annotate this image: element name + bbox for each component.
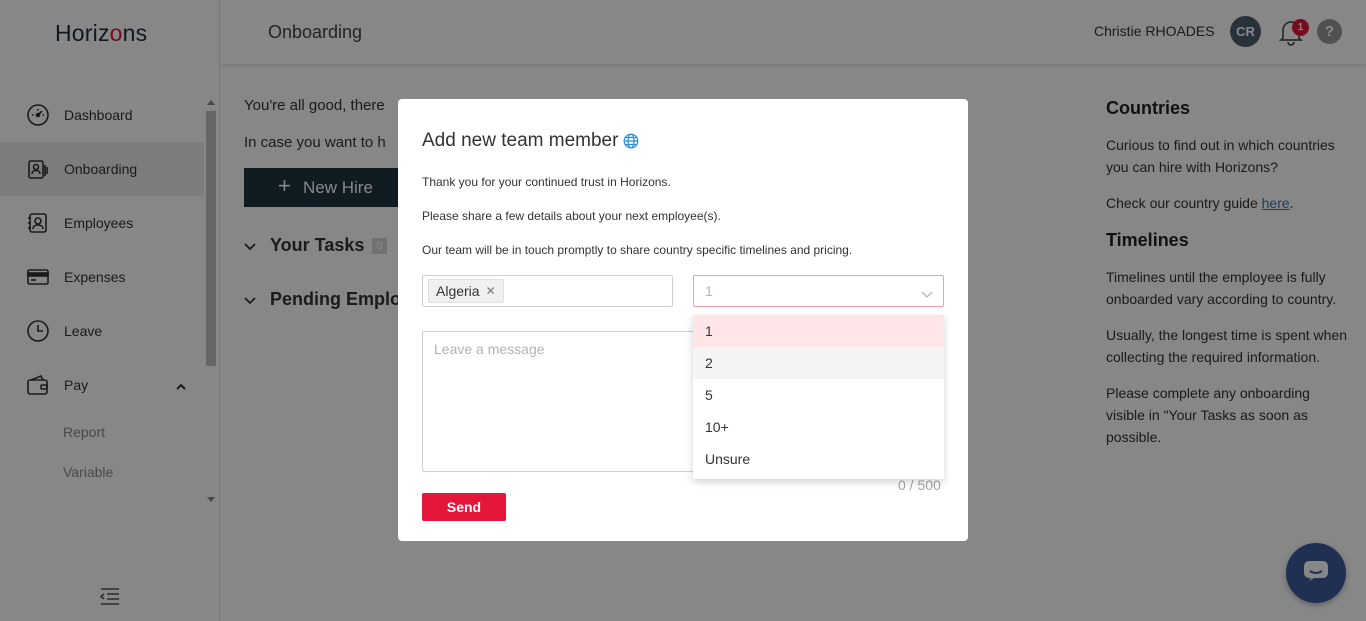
employee-count-dropdown: 1 2 5 10+ Unsure xyxy=(693,315,944,479)
char-count: 0 / 500 xyxy=(898,477,941,493)
dropdown-option-2[interactable]: 2 xyxy=(693,347,944,379)
country-select[interactable]: Algeria ✕ xyxy=(422,275,673,307)
dropdown-option-1[interactable]: 1 xyxy=(693,315,944,347)
chevron-down-icon xyxy=(921,286,933,302)
dropdown-option-unsure[interactable]: Unsure xyxy=(693,443,944,475)
employee-count-select[interactable]: 1 xyxy=(693,275,944,307)
country-tag: Algeria ✕ xyxy=(428,279,504,303)
send-button[interactable]: Send xyxy=(422,493,506,521)
country-tag-label: Algeria xyxy=(436,283,480,299)
modal-title-text: Add new team member xyxy=(422,130,619,151)
modal-title: Add new team member xyxy=(422,130,639,152)
remove-tag-icon[interactable]: ✕ xyxy=(486,284,496,298)
dropdown-option-10-plus[interactable]: 10+ xyxy=(693,411,944,443)
dropdown-option-5[interactable]: 5 xyxy=(693,379,944,411)
employee-count-value: 1 xyxy=(705,283,713,299)
globe-icon xyxy=(623,133,639,149)
modal-intro-2: Please share a few details about your ne… xyxy=(422,209,721,223)
modal-intro-3: Our team will be in touch promptly to sh… xyxy=(422,243,853,257)
modal-intro-1: Thank you for your continued trust in Ho… xyxy=(422,175,671,189)
